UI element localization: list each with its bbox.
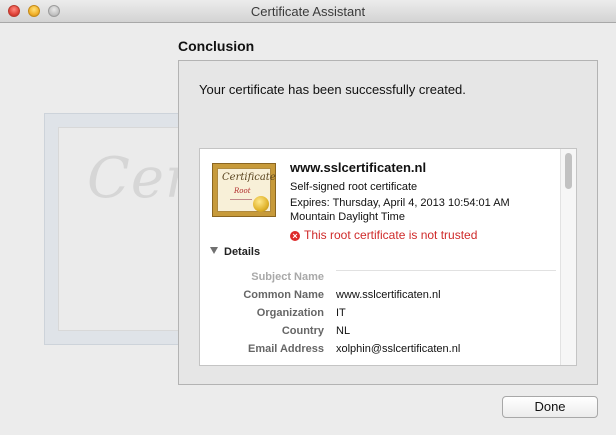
certificate-icon-root-label: Root [234, 187, 251, 195]
details-disclosure-toggle[interactable]: Details [210, 246, 260, 258]
vertical-scrollbar[interactable] [560, 149, 576, 365]
common-name-label: Common Name [243, 289, 324, 301]
certificate-assistant-window: Certificate Assistant Certific Conclusio… [0, 0, 616, 435]
country-value: NL [336, 325, 351, 337]
certificate-icon-signature [230, 199, 252, 200]
certificate-icon-label: Certificate [222, 172, 276, 183]
certificate-icon: Certificate Root [212, 163, 276, 217]
scroll-thumb[interactable] [565, 153, 572, 189]
section-divider [336, 270, 556, 271]
certificate-expiry: Expires: Thursday, April 4, 2013 10:54:0… [290, 197, 510, 209]
trust-warning-text: This root certificate is not trusted [304, 228, 478, 242]
error-x-icon: × [290, 231, 300, 241]
organization-value: IT [336, 307, 346, 319]
title-bar: Certificate Assistant [0, 0, 616, 23]
certificate-type: Self-signed root certificate [290, 181, 418, 193]
email-address-label: Email Address [247, 343, 324, 355]
certificate-details-box[interactable]: Certificate Root www.sslcertificaten.nl … [199, 148, 577, 366]
certificate-name: www.sslcertificaten.nl [290, 160, 427, 175]
common-name-value: www.sslcertificaten.nl [336, 289, 441, 301]
success-message: Your certificate has been successfully c… [199, 82, 466, 97]
trust-warning: × This root certificate is not trusted [290, 228, 477, 242]
seal-icon [253, 196, 269, 212]
window-title: Certificate Assistant [250, 4, 366, 19]
subject-name-section-label: Subject Name [251, 271, 324, 283]
done-button[interactable]: Done [502, 396, 598, 418]
conclusion-panel: Your certificate has been successfully c… [178, 60, 598, 385]
page-heading: Conclusion [178, 38, 255, 54]
details-label: Details [224, 246, 261, 258]
email-address-value: xolphin@sslcertificaten.nl [336, 343, 461, 355]
organization-label: Organization [256, 307, 324, 319]
certificate-timezone: Mountain Daylight Time [290, 211, 405, 223]
country-label: Country [281, 325, 324, 337]
disclosure-triangle-icon[interactable] [210, 247, 218, 254]
